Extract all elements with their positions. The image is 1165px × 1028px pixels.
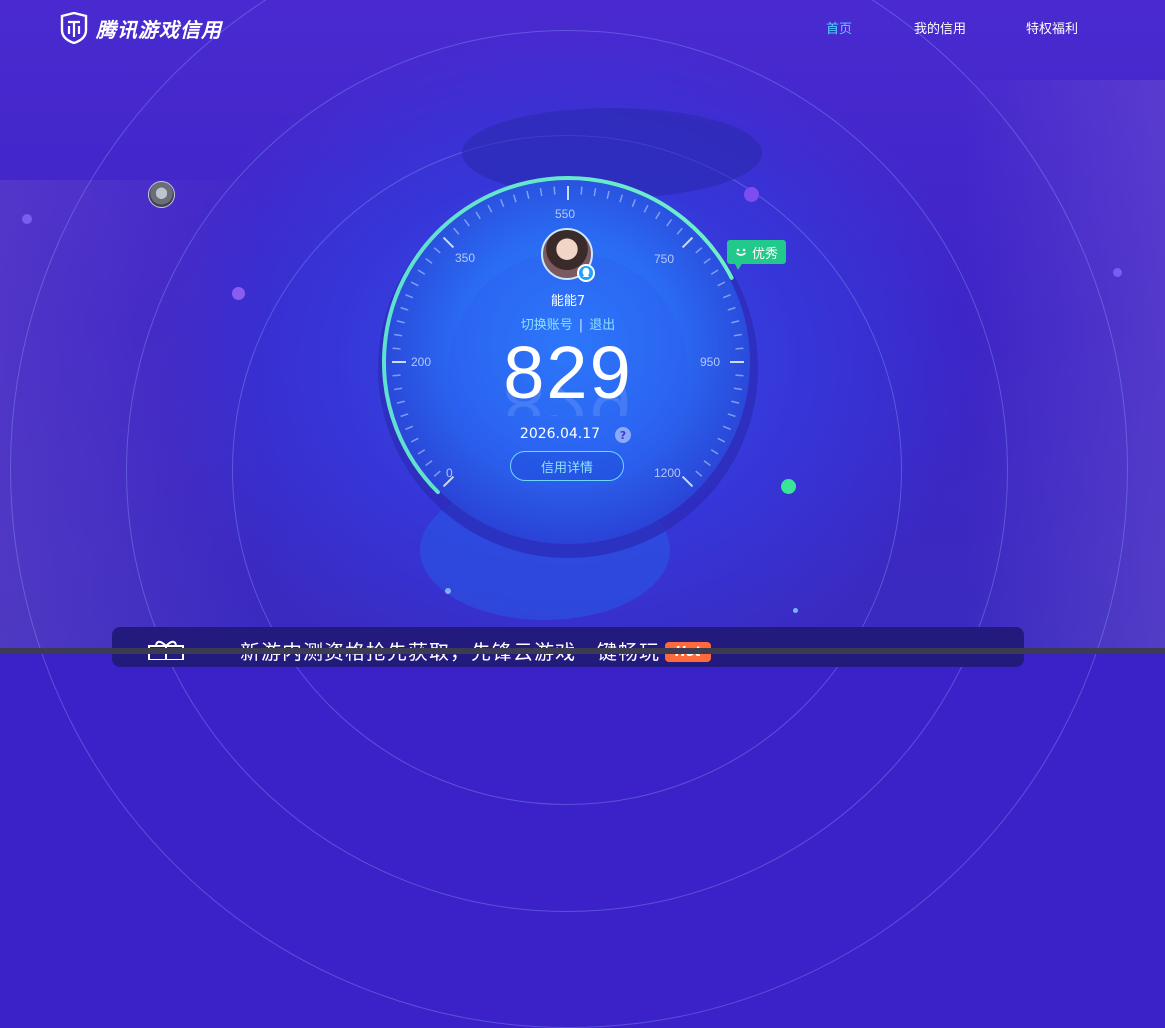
tick-label-550: 550 [555, 207, 576, 221]
help-icon[interactable]: ? [615, 427, 631, 443]
gauge-tick [735, 347, 744, 350]
gauge-tick [553, 186, 556, 195]
tick-label-950: 950 [700, 355, 721, 369]
tick-label-1200: 1200 [654, 466, 681, 480]
qq-icon [577, 264, 595, 282]
gauge-tick [392, 347, 401, 350]
tick-label-200: 200 [411, 355, 432, 369]
rating-badge: 优秀 [727, 240, 787, 264]
gauge-tick [735, 374, 744, 377]
bottom-strip [0, 648, 1165, 654]
rating-badge-label: 优秀 [752, 246, 779, 262]
tick-label-350: 350 [455, 251, 476, 265]
gauge-tick [580, 186, 583, 195]
tick-label-750: 750 [654, 252, 675, 266]
smile-icon [735, 248, 747, 256]
username: 能能7 [550, 294, 586, 309]
tick-label-0: 0 [446, 466, 453, 480]
gauge-tick [392, 374, 401, 377]
credit-detail-button[interactable]: 信用详情 [510, 451, 624, 481]
score-date: 2026.04.17 [519, 426, 601, 442]
credit-score-reflection: 829 [468, 388, 668, 416]
rating-badge-tail [734, 262, 743, 270]
